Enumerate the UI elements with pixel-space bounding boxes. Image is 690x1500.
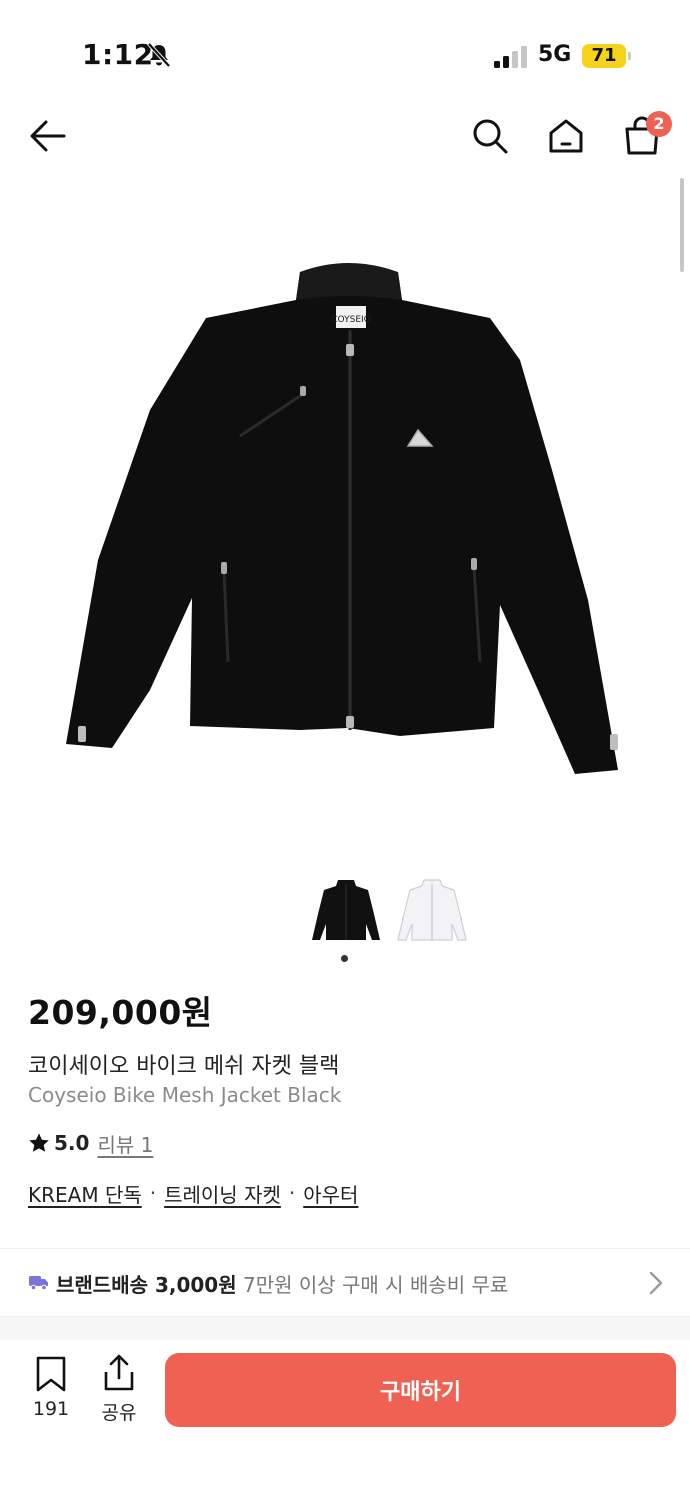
category-separator: · [149,1181,157,1205]
search-button[interactable] [468,114,512,158]
category-link-kream-exclusive[interactable]: KREAM 단독 [28,1179,142,1208]
buy-button[interactable]: 구매하기 [165,1353,676,1427]
bookmark-count: 191 [32,1398,70,1420]
product-name-korean: 코이세이오 바이크 메쉬 자켓 블랙 [28,1054,340,1079]
home-button[interactable] [544,114,588,158]
back-button[interactable] [26,114,70,158]
search-icon [473,119,508,154]
review-link[interactable]: 리뷰 1 [97,1129,153,1158]
bell-off-icon [147,42,171,68]
signal-icon [494,46,527,68]
section-spacer [0,1316,690,1340]
cart-count-badge: 2 [646,111,672,137]
home-icon [549,119,583,153]
carousel-dot-active [341,955,348,962]
thumbnail-black[interactable] [310,874,382,946]
image-scroll-indicator [680,178,684,272]
thumbnail-white-jacket-image [397,879,467,941]
share-icon[interactable] [102,1354,136,1392]
shipping-text: 브랜드배송 3,000원 7만원 이상 구매 시 배송비 무료 [56,1269,508,1298]
rating-row: 5.0 리뷰 1 [28,1128,153,1158]
shipping-free-condition: 7만원 이상 구매 시 배송비 무료 [242,1273,509,1297]
back-arrow-icon [30,120,66,152]
category-breadcrumb: KREAM 단독 · 트레이닝 자켓 · 아우터 [28,1178,358,1208]
rating-value: 5.0 [54,1131,90,1155]
product-price: 209,000원 [28,993,213,1032]
thumbnail-black-jacket-image [312,880,380,940]
top-nav [0,100,690,172]
bookmark-icon[interactable] [34,1356,68,1392]
image-thumbnails [0,874,690,946]
shipping-fee: 브랜드배송 3,000원 [56,1273,237,1297]
category-link-outer[interactable]: 아우터 [303,1179,358,1208]
truck-icon [29,1276,48,1291]
chevron-right-icon [649,1271,663,1295]
product-image[interactable]: COYSEIO [0,176,690,856]
divider [0,1248,690,1249]
battery-indicator: 71 [582,44,626,68]
status-bar: 1:12 5G 71 [0,0,690,100]
category-link-training-jacket[interactable]: 트레이닝 자켓 [164,1179,281,1208]
status-time: 1:12 [82,38,154,71]
star-icon [29,1133,49,1152]
shipping-info-row[interactable]: 브랜드배송 3,000원 7만원 이상 구매 시 배송비 무료 [0,1250,690,1316]
category-separator: · [288,1181,296,1205]
bottom-action-bar: 191 공유 구매하기 [0,1340,690,1500]
jacket-label-text: COYSEIO [331,315,371,325]
network-type: 5G [538,42,572,67]
battery-level: 71 [591,45,617,66]
thumbnail-white[interactable] [396,874,468,946]
share-label: 공유 [101,1402,137,1424]
product-name-english: Coyseio Bike Mesh Jacket Black [28,1083,342,1107]
battery-nub [628,52,631,60]
